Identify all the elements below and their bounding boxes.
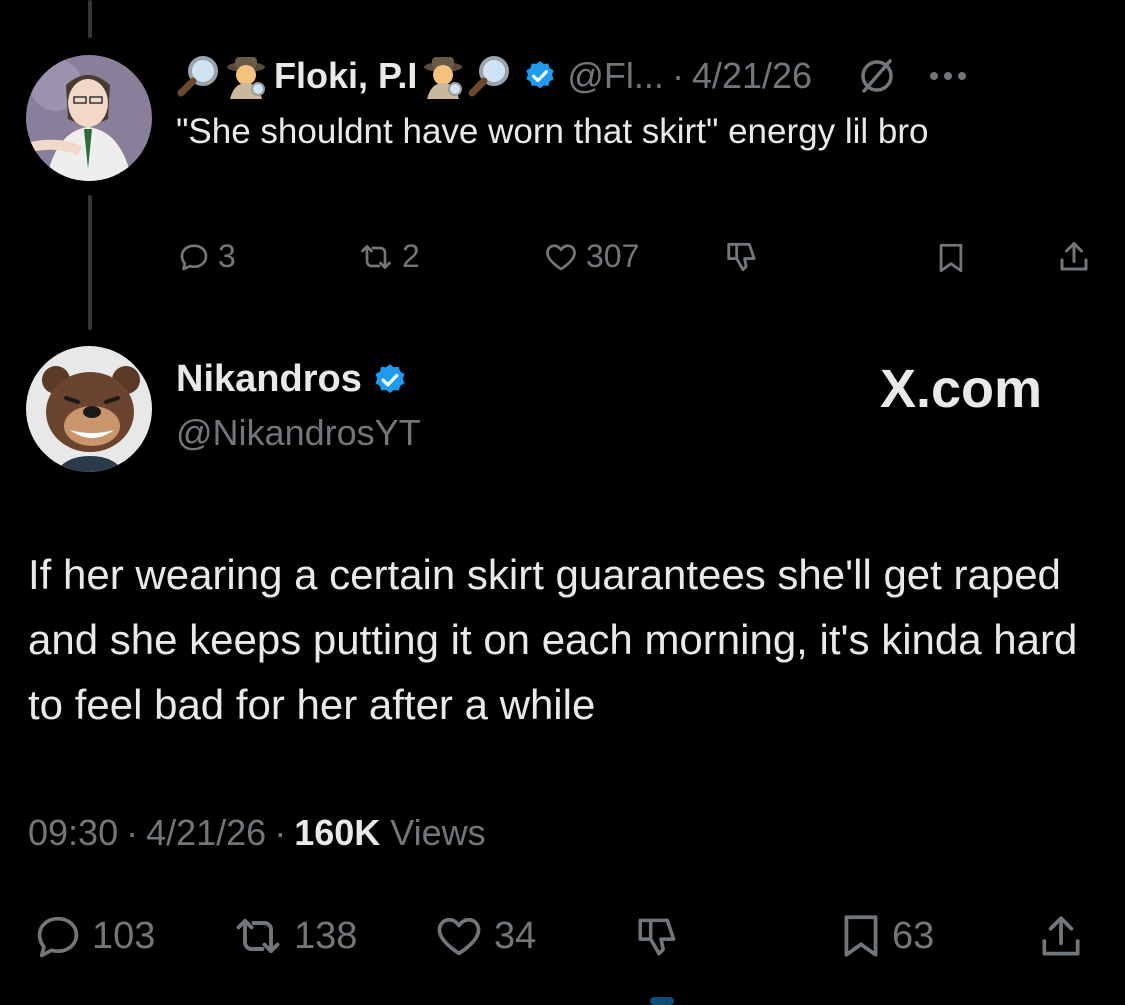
main-display-name[interactable]: Nikandros [176,358,362,401]
views-count: 160K [294,812,381,853]
thumbs-down-icon [727,242,756,272]
reply-icon [37,916,79,958]
separator: · [274,812,287,853]
main-tweet-text: If her wearing a certain skirt guarantee… [28,551,1078,728]
like-count: 307 [586,238,640,274]
heart-icon [546,243,576,270]
share-icon [1060,242,1088,271]
main-like-button[interactable]: 34 [430,910,536,962]
thumbs-down-icon [638,918,676,956]
bookmark-button[interactable] [934,240,968,276]
scroll-indicator [650,997,674,1005]
reply-text: "She shouldnt have worn that skirt" ener… [176,112,929,151]
reply-display-name[interactable]: Floki, P.I [274,55,417,97]
reply-header: Floki, P.I @Fl... · 4/21/26 [176,48,968,104]
xcom-watermark: X.com [880,359,1043,419]
magnifying-glass-icon [467,53,513,99]
main-author: Nikandros [176,358,408,401]
main-reply-count: 103 [92,914,156,957]
magnifying-glass-icon [176,53,222,99]
like-button[interactable]: 307 [542,238,639,275]
main-repost-count: 138 [294,914,358,957]
separator: · [126,812,139,853]
main-bookmark-button[interactable]: 63 [836,910,934,962]
thread-line [88,195,92,330]
verified-badge-icon [523,59,557,93]
main-dislike-button[interactable] [632,912,686,962]
reply-date[interactable]: 4/21/26 [692,55,812,97]
bookmark-icon [844,915,878,957]
tweet-metadata: 09:30 · 4/21/26 · 160K Views [28,812,486,854]
main-repost-button[interactable]: 138 [228,910,357,962]
repost-icon [361,244,391,269]
tweet-date[interactable]: 4/21/26 [146,812,266,854]
main-share-button[interactable] [1036,910,1086,964]
thread-line-top [88,0,92,38]
more-options-icon[interactable] [928,70,968,82]
main-bookmark-count: 63 [892,914,935,957]
separator: · [671,55,684,96]
share-icon [1042,916,1080,956]
reply-handle[interactable]: @Fl... [567,55,664,97]
repost-icon [236,918,280,954]
dislike-button[interactable] [724,238,762,276]
share-button[interactable] [1056,238,1092,276]
main-reply-button[interactable]: 103 [30,910,155,962]
views-label: Views [390,812,486,853]
repost-button[interactable]: 2 [356,238,420,275]
repost-count: 2 [402,238,420,274]
main-like-count: 34 [494,914,537,957]
bookmark-icon [939,243,963,273]
reply-avatar[interactable] [26,55,152,181]
tweet-time[interactable]: 09:30 [28,812,118,854]
verified-badge-icon [372,362,408,398]
heart-icon [437,917,481,956]
detective-icon [421,53,465,99]
reply-count: 3 [218,238,236,274]
main-avatar[interactable] [26,346,152,472]
main-handle[interactable]: @NikandrosYT [176,412,421,454]
grok-icon[interactable] [858,57,896,95]
detective-icon [224,53,268,99]
reply-button[interactable]: 3 [176,238,236,275]
reply-icon [180,243,208,270]
